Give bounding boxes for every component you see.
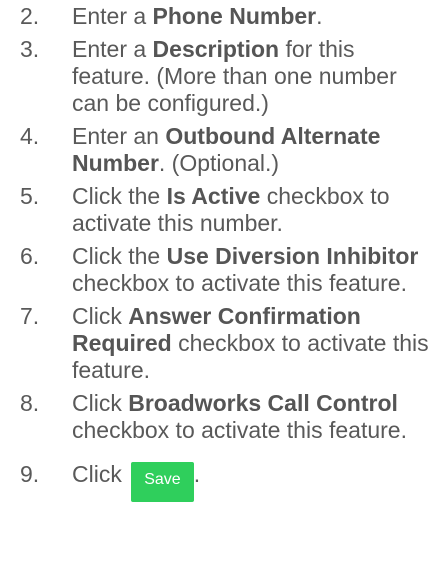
step-9: 9. Click Save. (20, 461, 430, 502)
instruction-steps: 2. Enter a Phone Number. 3. Enter a Desc… (20, 3, 430, 508)
step-5: 5. Click the Is Active checkbox to activ… (20, 183, 430, 237)
step-number: 5. (20, 183, 40, 209)
field-name-description: Description (152, 36, 280, 62)
step-number: 8. (20, 390, 40, 416)
step-6: 6. Click the Use Diversion Inhibitor che… (20, 243, 430, 297)
step-text: Enter a (72, 36, 153, 62)
step-text: Click (72, 461, 122, 487)
step-number: 7. (20, 303, 40, 329)
step-8: 8. Click Broadworks Call Control checkbo… (20, 390, 430, 444)
step-text: . (193, 461, 201, 487)
step-number: 9. (20, 461, 40, 487)
field-name-use-diversion-inhibitor: Use Diversion Inhibitor (166, 243, 419, 269)
field-name-is-active: Is Active (166, 183, 261, 209)
field-name-broadworks-call-control: Broadworks Call Control (128, 390, 398, 416)
step-text: checkbox to activate this feature. (72, 270, 407, 296)
step-text: Click the (72, 183, 167, 209)
step-text: Click (72, 303, 129, 329)
step-text: Click the (72, 243, 167, 269)
save-button[interactable]: Save (131, 462, 194, 502)
step-2: 2. Enter a Phone Number. (20, 3, 430, 30)
step-text: . (316, 3, 323, 29)
step-text: checkbox to activate this feature. (72, 417, 407, 443)
step-7: 7. Click Answer Confirmation Required ch… (20, 303, 430, 384)
step-number: 6. (20, 243, 40, 269)
step-3: 3. Enter a Description for this feature.… (20, 36, 430, 117)
step-text: Enter an (72, 123, 166, 149)
step-text: . (Optional.) (158, 150, 280, 176)
step-text: Click (72, 390, 129, 416)
field-name-phone-number: Phone Number (152, 3, 317, 29)
step-4: 4. Enter an Outbound Alternate Number. (… (20, 123, 430, 177)
step-number: 2. (20, 3, 40, 29)
step-number: 3. (20, 36, 40, 62)
step-number: 4. (20, 123, 40, 149)
step-text: Enter a (72, 3, 153, 29)
